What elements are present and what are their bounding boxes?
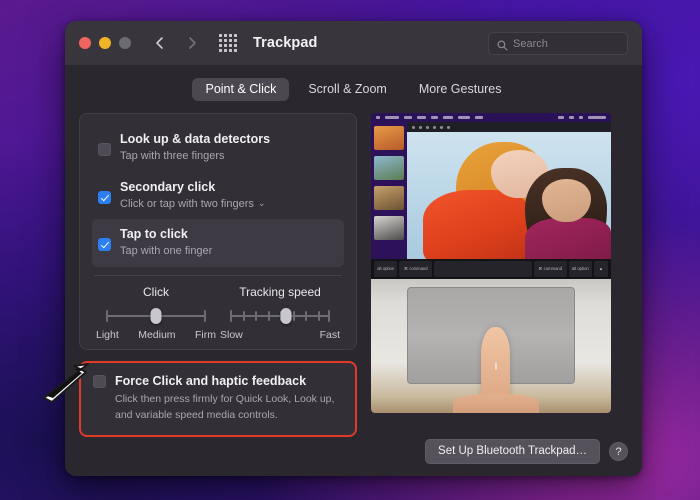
key-spacebar (434, 261, 532, 277)
close-button-icon[interactable] (79, 37, 91, 49)
forward-chevron-icon[interactable] (185, 36, 199, 50)
slider-end-right (328, 310, 330, 322)
search-icon (497, 38, 508, 49)
slider-track-tracking-speed[interactable] (230, 309, 330, 323)
slider-labels-tracking-speed: Slow Fast (218, 329, 342, 341)
option-subtitle-text: Click or tap with two fingers (120, 196, 254, 213)
key-arrow-up: ▲ (594, 261, 608, 277)
key-command-right: ⌘ command (534, 261, 567, 277)
slider-group-tracking-speed: Tracking speed (218, 285, 342, 341)
photo-two-women-portrait (407, 132, 611, 259)
tab-bar: Point & Click Scroll & Zoom More Gesture… (79, 66, 628, 113)
option-subtitle: Tap with three fingers (120, 148, 270, 165)
gesture-preview-video: alt option ⌘ command ⌘ command alt optio… (371, 113, 611, 413)
key-option-right: alt option (569, 261, 592, 277)
slider-label-slow: Slow (220, 329, 243, 341)
photo-thumbnail (374, 156, 404, 180)
slider-labels-click: Light Medium Firm (94, 329, 218, 341)
slider-end-left (106, 310, 108, 322)
sliders-row: Click Light Medium Firm (92, 276, 344, 343)
slider-label-medium: Medium (138, 329, 175, 341)
key-command-left: ⌘ command (399, 261, 432, 277)
slider-label-fast: Fast (320, 329, 340, 341)
slider-end-left (230, 310, 232, 322)
photos-main-area (407, 122, 611, 259)
option-row-tap-to-click[interactable]: Tap to click Tap with one finger (92, 219, 344, 267)
slider-label-light: Light (96, 329, 119, 341)
fingernail (495, 362, 497, 370)
checkbox-look-up[interactable] (98, 143, 111, 156)
key-option-left: alt option (374, 261, 397, 277)
settings-content: Look up & data detectors Tap with three … (79, 113, 628, 437)
slider-title-tracking-speed: Tracking speed (218, 285, 342, 299)
system-preferences-window: Trackpad Search Point & Click Scroll & Z… (65, 21, 642, 476)
photos-sidebar (371, 122, 407, 259)
navigation-buttons (153, 36, 199, 50)
hand-knuckles (453, 394, 539, 413)
gesture-options-panel: Look up & data detectors Tap with three … (79, 113, 357, 350)
search-field[interactable]: Search (488, 32, 628, 55)
force-click-subtitle: Click then press firmly for Quick Look, … (115, 392, 343, 424)
force-click-title: Force Click and haptic feedback (115, 374, 343, 388)
photo-thumbnail (374, 186, 404, 210)
window-title: Trackpad (253, 35, 317, 51)
option-subtitle: Tap with one finger (120, 243, 212, 260)
macbook-screen-image: alt option ⌘ command ⌘ command alt optio… (371, 113, 611, 279)
slider-end-right (204, 310, 206, 322)
macbook-keyboard-row: alt option ⌘ command ⌘ command alt optio… (371, 259, 611, 279)
all-preferences-grid-icon[interactable] (219, 34, 237, 52)
option-subtitle: Click or tap with two fingers ⌄ (120, 196, 265, 213)
arrow-pointer-icon (38, 358, 100, 404)
option-row-secondary-click[interactable]: Secondary click Click or tap with two fi… (92, 172, 344, 220)
photos-app-window (371, 122, 611, 259)
slider-knob-click[interactable] (151, 308, 162, 324)
slider-track-click[interactable] (106, 309, 206, 323)
option-row-look-up[interactable]: Look up & data detectors Tap with three … (92, 124, 344, 172)
minimize-button-icon[interactable] (99, 37, 111, 49)
tab-more-gestures[interactable]: More Gestures (406, 78, 515, 101)
help-button[interactable]: ? (609, 442, 628, 461)
option-subtitle-text: Tap with three fingers (120, 148, 225, 165)
traffic-light-buttons (79, 37, 131, 49)
photo-thumbnail (374, 126, 404, 150)
tab-scroll-and-zoom[interactable]: Scroll & Zoom (295, 78, 400, 101)
settings-left-column: Look up & data detectors Tap with three … (79, 113, 357, 437)
window-titlebar: Trackpad Search (65, 21, 642, 66)
photo-thumbnail (374, 216, 404, 240)
macbook-trackpad-image (371, 279, 611, 413)
checkbox-secondary-click[interactable] (98, 191, 111, 204)
checkbox-tap-to-click[interactable] (98, 238, 111, 251)
mac-menubar (371, 113, 611, 122)
option-title: Tap to click (120, 225, 212, 243)
slider-knob-tracking-speed[interactable] (281, 308, 292, 324)
photos-toolbar (407, 122, 611, 132)
slider-label-firm: Firm (195, 329, 216, 341)
option-subtitle-text: Tap with one finger (120, 243, 212, 260)
slider-title-click: Click (94, 285, 218, 299)
option-title: Secondary click (120, 178, 265, 196)
search-placeholder: Search (513, 38, 548, 50)
slider-group-click: Click Light Medium Firm (94, 285, 218, 341)
window-footer: Set Up Bluetooth Trackpad… ? (425, 439, 628, 464)
zoom-button-icon[interactable] (119, 37, 131, 49)
option-title: Look up & data detectors (120, 130, 270, 148)
force-click-panel-highlighted[interactable]: Force Click and haptic feedback Click th… (79, 361, 357, 438)
chevron-down-icon[interactable]: ⌄ (258, 197, 266, 211)
tab-point-and-click[interactable]: Point & Click (192, 78, 289, 101)
set-up-bluetooth-trackpad-button[interactable]: Set Up Bluetooth Trackpad… (425, 439, 600, 464)
back-chevron-icon[interactable] (153, 36, 167, 50)
window-body: Point & Click Scroll & Zoom More Gesture… (65, 66, 642, 476)
